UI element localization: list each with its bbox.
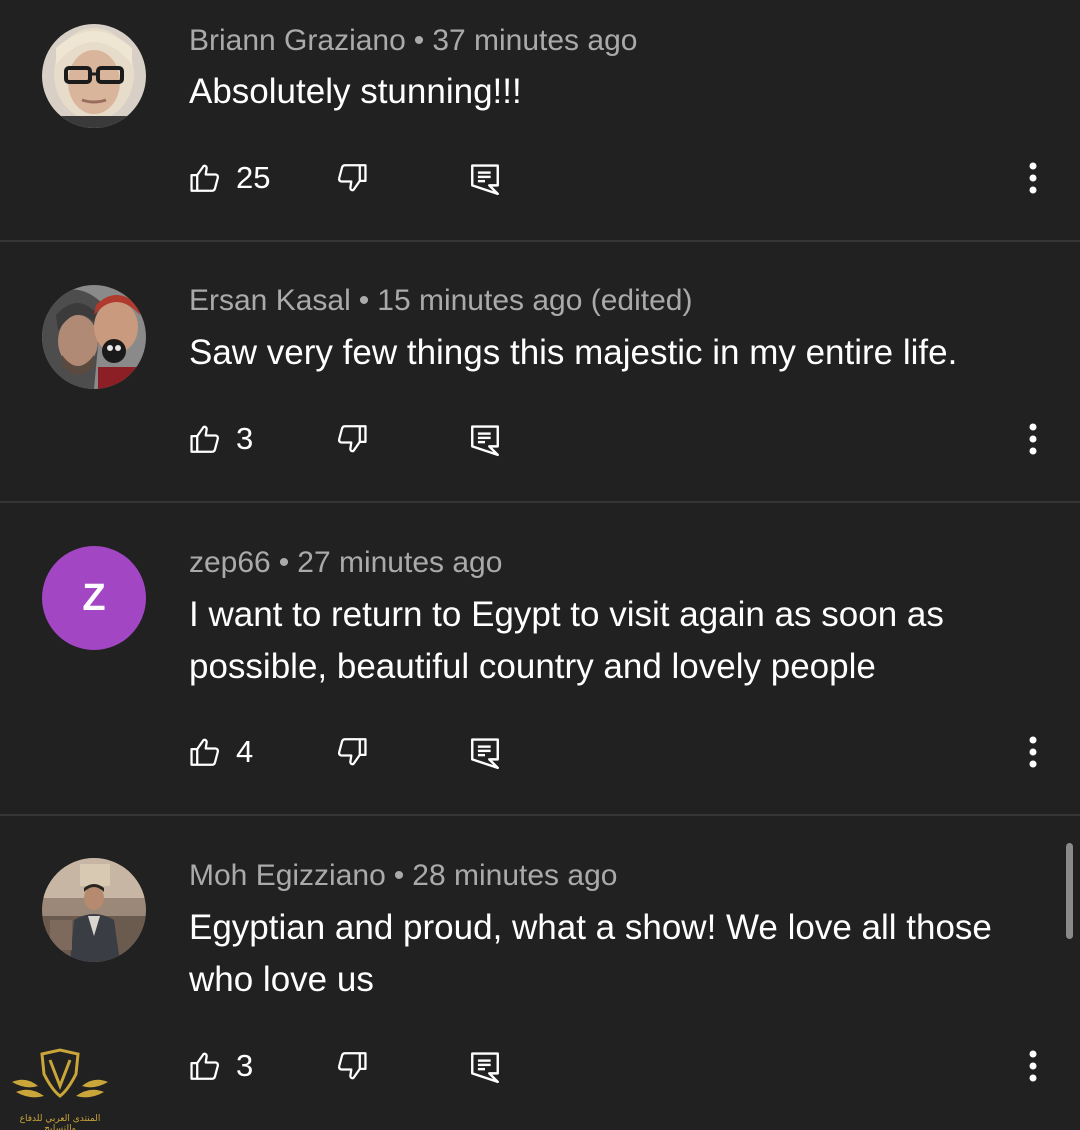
comment-item: Moh Egizziano • 28 minutes ago Egyptian an…: [0, 816, 1080, 1130]
like-count: 3: [236, 1048, 254, 1083]
separator-dot: •: [278, 546, 290, 579]
comment-meta: Moh Egizziano • 28 minutes ago: [189, 859, 617, 893]
like-count: 3: [236, 421, 254, 456]
comment-actions: 4: [0, 727, 1080, 777]
reply-button[interactable]: [468, 735, 502, 776]
reply-button[interactable]: [468, 422, 502, 463]
thumbs-up-icon: [190, 738, 220, 766]
more-options-button[interactable]: [1018, 1045, 1048, 1087]
more-options-button[interactable]: [1018, 157, 1048, 199]
comment-item: Ersan Kasal • 15 minutes ago (edited) Saw …: [0, 242, 1080, 502]
avatar[interactable]: Z: [42, 546, 146, 650]
reply-button[interactable]: [468, 1049, 502, 1090]
dislike-button[interactable]: [335, 1049, 369, 1088]
comment-item: Z zep66 • 27 minutes ago I want to return …: [0, 503, 1080, 815]
comment-meta: Ersan Kasal • 15 minutes ago (edited): [189, 284, 692, 318]
comment-text: I want to return to Egypt to visit again…: [189, 595, 944, 686]
more-options-button[interactable]: [1018, 418, 1048, 460]
thumbs-down-icon: [337, 1052, 367, 1080]
like-button[interactable]: 4: [188, 727, 253, 777]
thumbs-down-icon: [337, 738, 367, 766]
comment-meta: zep66 • 27 minutes ago: [189, 546, 502, 580]
comment-time: 15 minutes ago (edited): [377, 284, 693, 317]
comment-time: 37 minutes ago: [432, 24, 638, 57]
dislike-button[interactable]: [335, 735, 369, 774]
shield-logo-icon: [12, 1048, 108, 1098]
dislike-button[interactable]: [335, 422, 369, 461]
comment-time: 28 minutes ago: [412, 859, 618, 892]
avatar[interactable]: [42, 24, 146, 128]
watermark-text: المنتدى العربي للدفاع والتسليح: [19, 1114, 101, 1130]
author-name[interactable]: Moh Egizziano: [189, 859, 386, 892]
more-vertical-icon: [1029, 423, 1037, 455]
separator-dot: •: [393, 859, 405, 892]
more-vertical-icon: [1029, 736, 1037, 768]
reply-comment-icon: [471, 1052, 499, 1084]
scrollbar[interactable]: [1066, 843, 1073, 939]
like-button[interactable]: 3: [188, 414, 253, 464]
thumbs-up-icon: [190, 164, 220, 192]
reply-comment-icon: [471, 738, 499, 770]
avatar-letter: Z: [82, 576, 106, 619]
author-name[interactable]: zep66: [189, 546, 271, 579]
comment-text: Saw very few things this majestic in my …: [189, 333, 958, 372]
comment-meta: Briann Graziano • 37 minutes ago: [189, 24, 637, 58]
like-button[interactable]: 25: [188, 153, 270, 203]
like-count: 4: [236, 734, 254, 769]
reply-comment-icon: [471, 164, 499, 196]
comment-actions: 3: [0, 1041, 1080, 1091]
thumbs-up-icon: [190, 425, 220, 453]
author-name[interactable]: Ersan Kasal: [189, 284, 351, 317]
comment-time: 27 minutes ago: [297, 546, 503, 579]
comment-item: Briann Graziano • 37 minutes ago Absolutel…: [0, 0, 1080, 240]
reply-button[interactable]: [468, 161, 502, 202]
dislike-button[interactable]: [335, 161, 369, 200]
separator-dot: •: [358, 284, 370, 317]
more-vertical-icon: [1029, 162, 1037, 194]
thumbs-down-icon: [337, 164, 367, 192]
more-options-button[interactable]: [1018, 731, 1048, 773]
author-name[interactable]: Briann Graziano: [189, 24, 406, 57]
reply-comment-icon: [471, 425, 499, 457]
avatar[interactable]: [42, 285, 146, 389]
separator-dot: •: [413, 24, 425, 57]
avatar[interactable]: [42, 858, 146, 962]
comment-text: Absolutely stunning!!!: [189, 72, 522, 111]
comment-actions: 3: [0, 414, 1080, 464]
like-button[interactable]: 3: [188, 1041, 253, 1091]
watermark-logo: المنتدى العربي للدفاع والتسليح: [6, 1046, 114, 1130]
comment-actions: 25: [0, 153, 1080, 203]
like-count: 25: [236, 160, 271, 195]
comment-text: Egyptian and proud, what a show! We love…: [189, 908, 992, 999]
thumbs-down-icon: [337, 425, 367, 453]
more-vertical-icon: [1029, 1050, 1037, 1082]
thumbs-up-icon: [190, 1052, 220, 1080]
